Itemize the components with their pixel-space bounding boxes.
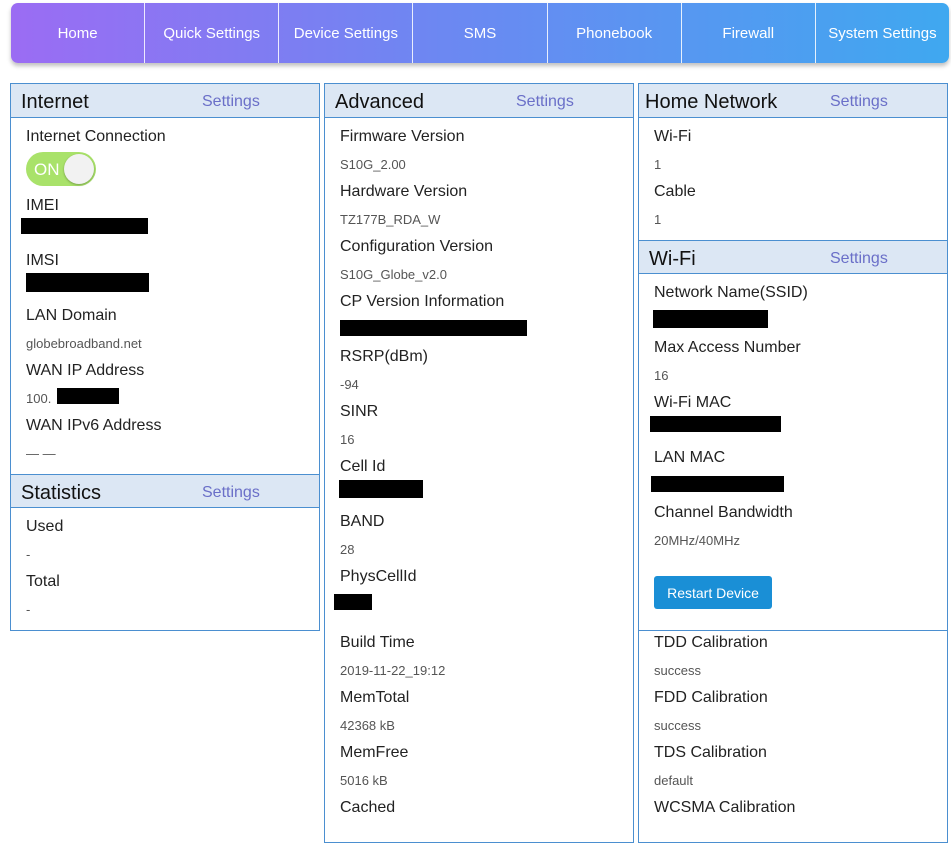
home-network-title: Home Network xyxy=(645,91,778,113)
cable-count-label: Cable xyxy=(654,183,696,200)
statistics-title: Statistics xyxy=(21,482,102,504)
hardware-version-value: TZ177B_RDA_W xyxy=(340,212,441,227)
imei-redacted xyxy=(21,218,148,234)
phys-cell-id-label: PhysCellId xyxy=(340,568,417,585)
tdd-calibration-value: success xyxy=(654,663,701,678)
wan-ip-prefix: 100. xyxy=(26,391,52,406)
main-nav: Home Quick Settings Device Settings SMS … xyxy=(11,3,949,63)
firmware-version-value: S10G_2.00 xyxy=(340,157,406,172)
internet-panel: Internet Settings Internet Connection ON… xyxy=(10,83,320,631)
sinr-label: SINR xyxy=(340,403,379,420)
cached-label: Cached xyxy=(340,799,396,816)
internet-header: Internet Settings xyxy=(11,84,319,118)
imsi-label: IMSI xyxy=(26,252,59,269)
advanced-title: Advanced xyxy=(335,91,424,113)
fdd-calibration-value: success xyxy=(654,718,701,733)
lan-domain-value: globebroadband.net xyxy=(26,336,142,351)
wifi-mac-redacted xyxy=(650,416,781,432)
wifi-count-value: 1 xyxy=(654,157,662,172)
internet-title: Internet xyxy=(21,91,89,113)
used-label: Used xyxy=(26,518,64,535)
sinr-value: 16 xyxy=(340,432,355,447)
home-network-header: Home Network Settings xyxy=(639,84,947,118)
nav-phonebook[interactable]: Phonebook xyxy=(548,3,682,63)
toggle-state: ON xyxy=(34,160,60,179)
cp-version-redacted xyxy=(340,320,527,336)
mem-total-value: 42368 kB xyxy=(340,718,395,733)
configuration-version-value: S10G_Globe_v2.0 xyxy=(340,267,447,282)
advanced-header: Advanced Settings xyxy=(325,84,633,118)
lan-mac-label: LAN MAC xyxy=(654,449,726,466)
mem-free-label: MemFree xyxy=(340,744,409,761)
nav-sms[interactable]: SMS xyxy=(413,3,548,63)
internet-connection-toggle[interactable]: ON xyxy=(26,152,96,186)
mem-free-value: 5016 kB xyxy=(340,773,388,788)
channel-bandwidth-value: 20MHz/40MHz xyxy=(654,533,740,548)
total-value: - xyxy=(26,602,31,617)
channel-bandwidth-label: Channel Bandwidth xyxy=(654,504,793,521)
fdd-calibration-label: FDD Calibration xyxy=(654,689,768,706)
lan-mac-redacted xyxy=(651,476,784,492)
statistics-header: Statistics Settings xyxy=(11,474,319,508)
rsrp-label: RSRP(dBm) xyxy=(340,348,429,365)
cable-count-value: 1 xyxy=(654,212,662,227)
wan-ipv6-label: WAN IPv6 Address xyxy=(26,417,162,434)
wan-ipv6-value: — — xyxy=(26,446,56,461)
build-time-value: 2019-11-22_19:12 xyxy=(340,663,446,678)
imei-label: IMEI xyxy=(26,197,59,214)
wifi-mac-label: Wi-Fi MAC xyxy=(654,394,732,411)
advanced-panel: Advanced Settings Firmware Version S10G_… xyxy=(324,83,634,843)
statistics-settings-link[interactable]: Settings xyxy=(202,484,260,502)
ssid-redacted xyxy=(653,310,768,328)
firmware-version-label: Firmware Version xyxy=(340,128,465,145)
band-value: 28 xyxy=(340,542,355,557)
cp-version-label: CP Version Information xyxy=(340,293,505,310)
tds-calibration-label: TDS Calibration xyxy=(654,744,767,761)
hardware-version-label: Hardware Version xyxy=(340,183,468,200)
max-access-label: Max Access Number xyxy=(654,339,801,356)
band-label: BAND xyxy=(340,513,385,530)
home-network-settings-link[interactable]: Settings xyxy=(830,93,888,111)
wifi-header: Wi-Fi Settings xyxy=(639,240,947,274)
ssid-label: Network Name(SSID) xyxy=(654,284,808,301)
total-label: Total xyxy=(26,573,60,590)
calibration-divider xyxy=(639,630,947,631)
max-access-value: 16 xyxy=(654,368,669,383)
tds-calibration-value: default xyxy=(654,773,694,788)
build-time-label: Build Time xyxy=(340,634,415,651)
wcsma-calibration-label: WCSMA Calibration xyxy=(654,799,796,816)
configuration-version-label: Configuration Version xyxy=(340,238,493,255)
internet-connection-label: Internet Connection xyxy=(26,128,166,145)
rsrp-value: -94 xyxy=(340,377,359,392)
wifi-count-label: Wi-Fi xyxy=(654,128,692,145)
nav-quick-settings[interactable]: Quick Settings xyxy=(145,3,280,63)
cell-id-label: Cell Id xyxy=(340,458,386,475)
mem-total-label: MemTotal xyxy=(340,689,410,706)
nav-firewall[interactable]: Firewall xyxy=(682,3,816,63)
lan-domain-label: LAN Domain xyxy=(26,307,117,324)
used-value: - xyxy=(26,547,31,562)
home-network-panel: Home Network Settings Wi-Fi 1 Cable 1 Wi… xyxy=(638,83,948,843)
imsi-redacted xyxy=(26,273,149,292)
wifi-title: Wi-Fi xyxy=(649,248,696,270)
phys-cell-id-redacted xyxy=(334,594,372,610)
wan-ip-label: WAN IP Address xyxy=(26,362,145,379)
tdd-calibration-label: TDD Calibration xyxy=(654,634,768,651)
internet-settings-link[interactable]: Settings xyxy=(202,93,260,111)
advanced-settings-link[interactable]: Settings xyxy=(516,93,574,111)
wan-ip-redacted xyxy=(57,388,119,404)
nav-system-settings[interactable]: System Settings xyxy=(816,3,949,63)
restart-device-button[interactable]: Restart Device xyxy=(654,576,772,609)
nav-home[interactable]: Home xyxy=(11,3,146,63)
wifi-settings-link[interactable]: Settings xyxy=(830,250,888,268)
nav-device-settings[interactable]: Device Settings xyxy=(279,3,414,63)
cell-id-redacted xyxy=(339,480,423,498)
toggle-knob xyxy=(64,154,94,184)
